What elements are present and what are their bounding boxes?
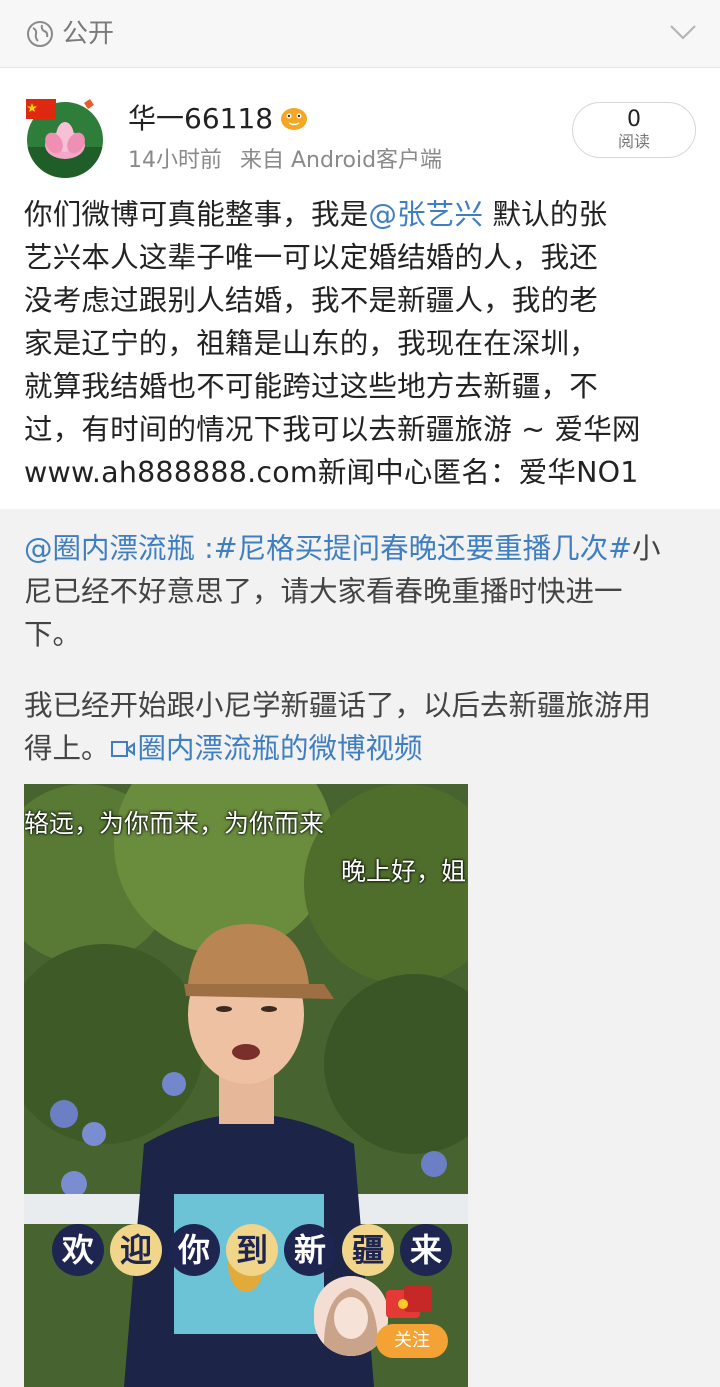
post-line: 家是辽宁的，祖籍是山东的，我现在在深圳， [24, 327, 599, 360]
post-text-segment: 默认的张 [483, 198, 608, 231]
visibility-bar[interactable]: 公开 [0, 0, 720, 68]
welcome-char: 欢 [52, 1224, 104, 1276]
post-time: 14小时前 [128, 148, 222, 173]
post-body: 你们微博可真能整事，我是@张艺兴 默认的张 艺兴本人这辈子唯一可以定婚结婚的人，… [24, 193, 708, 494]
repost-line: 下。 [24, 618, 82, 651]
read-label: 阅读 [617, 132, 650, 151]
weibo-post: 华一66118 14小时前 来自 Android客户端 0 阅读 你们微博可真能整… [0, 69, 720, 509]
repost-body-2: 我已经开始跟小尼学新疆话了，以后去新疆旅游用 得上。 圈内漂流瓶的微博视频 [24, 684, 708, 770]
mention-link[interactable]: @张艺兴 [368, 198, 483, 231]
post-line: 就算我结婚也不可能跨过这些地方去新疆，不 [24, 370, 599, 403]
post-line: 过，有时间的情况下我可以去新疆旅游 ~ 爱华网 [24, 413, 641, 446]
follow-button[interactable]: 关注 [376, 1324, 448, 1358]
user-badge-icon [281, 108, 307, 130]
reposted-content[interactable]: @圈内漂流瓶 :#尼格买提问春晚还要重播几次#小 尼已经不好意思了，请大家看春晚… [0, 509, 720, 1387]
video-player[interactable]: 辂远，为你而来，为你而来 晚上好，姐 欢 迎 你 到 新 疆 来 关注 [24, 784, 468, 1387]
post-line: www.ah888888.com新闻中心匿名：爱华NO1 [24, 456, 639, 489]
red-packet-icon[interactable] [384, 1284, 434, 1322]
repost-line: @圈内漂流瓶 :#尼格买提问春晚还要重播几次#小 [24, 527, 708, 570]
repost-line: 得上。 圈内漂流瓶的微博视频 [24, 727, 708, 770]
repost-body: @圈内漂流瓶 :#尼格买提问春晚还要重播几次#小 尼已经不好意思了，请大家看春晚… [24, 527, 708, 656]
post-line: 你们微博可真能整事，我是@张艺兴 默认的张 [24, 193, 708, 236]
globe-icon [27, 21, 53, 47]
avatar[interactable] [24, 97, 106, 179]
username[interactable]: 华一66118 [128, 101, 273, 137]
welcome-banner: 欢 迎 你 到 新 疆 来 [52, 1224, 458, 1286]
post-text-segment: 你们微博可真能整事，我是 [24, 198, 369, 231]
read-count-button[interactable]: 0 阅读 [572, 102, 696, 158]
welcome-char: 到 [226, 1224, 278, 1276]
chevron-down-icon[interactable] [668, 20, 698, 44]
welcome-char: 新 [284, 1224, 336, 1276]
repost-line: 尼已经不好意思了，请大家看春晚重播时快进一 [24, 575, 623, 608]
video-link[interactable]: 圈内漂流瓶的微博视频 [110, 732, 423, 765]
welcome-char: 来 [400, 1224, 452, 1276]
video-subtitle-right: 晚上好，姐 [340, 857, 466, 886]
repost-text-segment: 得上。 [24, 732, 110, 765]
post-line: 没考虑过跟别人结婚，我不是新疆人，我的老 [24, 284, 599, 317]
hashtag-link[interactable]: #尼格买提问春晚还要重播几次# [214, 532, 632, 565]
post-line: 艺兴本人这辈子唯一可以定婚结婚的人，我还 [24, 241, 599, 274]
welcome-char: 疆 [342, 1224, 394, 1276]
video-subtitle-top: 辂远，为你而来，为你而来 [24, 809, 325, 838]
video-icon [110, 741, 135, 757]
post-source: 来自 Android客户端 [240, 148, 443, 173]
post-meta: 14小时前 来自 Android客户端 [128, 146, 442, 176]
read-count: 0 [627, 107, 641, 132]
video-link-label: 圈内漂流瓶的微博视频 [137, 732, 423, 765]
welcome-char: 你 [168, 1224, 220, 1276]
visibility-label: 公开 [62, 19, 115, 49]
repost-line: 我已经开始跟小尼学新疆话了，以后去新疆旅游用 [24, 689, 652, 722]
repost-mention-link[interactable]: @圈内漂流瓶 [24, 532, 195, 565]
repost-sep: : [195, 532, 214, 565]
repost-text-segment: 小 [631, 532, 661, 565]
welcome-char: 迎 [110, 1224, 162, 1276]
